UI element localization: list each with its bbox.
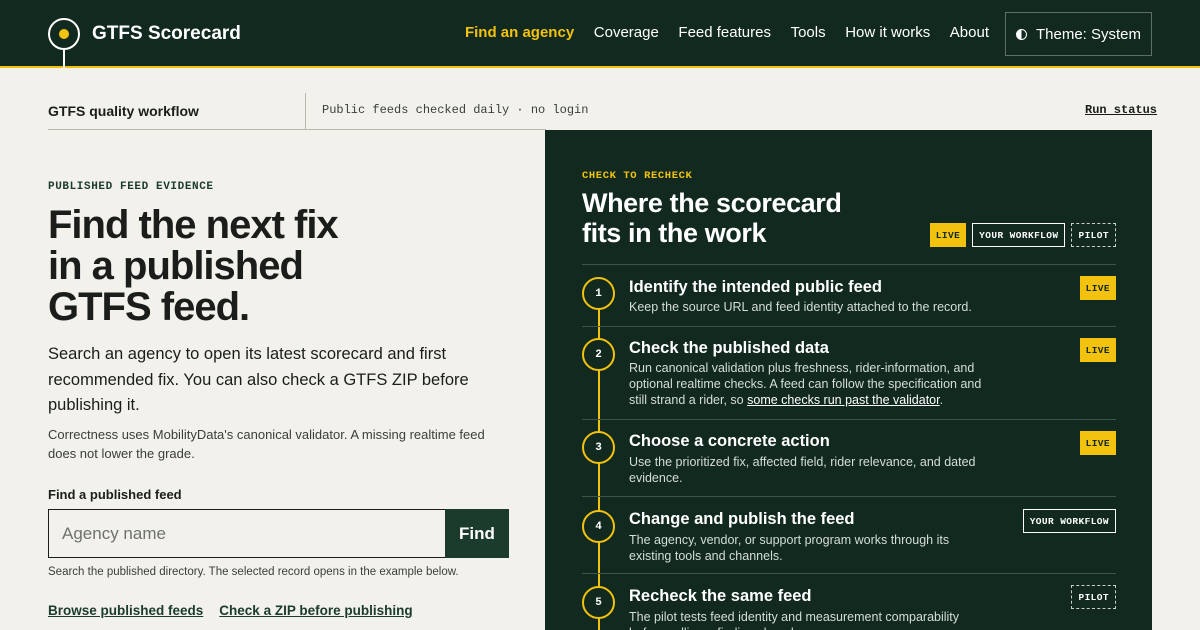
brand-name[interactable]: GTFS Scorecard [92,22,241,46]
step-title: Identify the intended public feed [629,278,883,296]
nav-how-it-works[interactable]: How it works [845,22,930,44]
workflow-step: 2 Check the published data Run canonical… [582,327,1116,420]
hero-heading: Find the next fix in a published GTFS fe… [48,205,508,328]
hero-line: Find the next fix [48,203,339,247]
nav-find-an-agency[interactable]: Find an agency [465,22,574,44]
hero-lede: Search an agency to open its latest scor… [48,345,469,414]
nav-feed-features[interactable]: Feed features [678,22,771,44]
find-button[interactable]: Find [445,509,509,558]
validator-note: Correctness uses MobilityData's canonica… [48,427,485,461]
step-number: 1 [582,277,615,310]
nav-coverage[interactable]: Coverage [594,22,659,44]
logo-dot [59,29,69,39]
workflow-panel: CHECK TO RECHECK Where the scorecard fit… [545,130,1152,630]
hero-line: GTFS feed. [48,285,250,329]
step-description: Use the prioritized fix, affected field,… [629,455,976,485]
step-number: 4 [582,510,615,543]
workflow-strip-note: Public feeds checked daily · no login [322,103,589,117]
step-status-badge: LIVE [1079,276,1116,300]
step-title: Check the published data [629,339,829,357]
panel-title-line: fits in the work [582,218,767,248]
step-status-badge: PILOT [1071,585,1116,609]
step-number: 3 [582,431,615,464]
checks-past-validator-link[interactable]: some checks run past the validator [747,393,939,407]
theme-toggle-button[interactable]: Theme: System [1005,12,1152,56]
hero-line: in a published [48,244,304,288]
legend-workflow-badge: YOUR WORKFLOW [972,223,1066,247]
main-nav: Find an agency Coverage Feed features To… [445,22,989,44]
panel-title-line: Where the scorecard [582,188,842,218]
step-description: The pilot tests feed identity and measur… [629,610,960,630]
run-status-link[interactable]: Run status [1085,103,1157,117]
step-number: 2 [582,338,615,371]
workflow-step: 4 Change and publish the feed The agency… [582,497,1116,574]
step-description: Keep the source URL and feed identity at… [629,300,972,314]
logo-stem [63,50,65,68]
step-status-badge: LIVE [1079,338,1116,362]
search-field-label: Find a published feed [48,487,182,502]
legend-live-badge: LIVE [929,223,967,247]
strip-divider [305,93,306,129]
agency-search-input[interactable] [48,509,446,558]
strip-rule [48,129,546,130]
step-description: Run canonical validation plus freshness,… [629,360,989,408]
step-number: 5 [582,586,615,619]
transit-stop-icon[interactable] [48,18,80,50]
workflow-step: 1 Identify the intended public feed Keep… [582,265,1116,327]
nav-tools[interactable]: Tools [791,22,826,44]
workflow-strip-title: GTFS quality workflow [48,103,199,119]
step-title: Recheck the same feed [629,587,812,605]
step-status-badge: LIVE [1079,431,1116,455]
browse-feeds-link[interactable]: Browse published feeds [48,603,203,618]
theme-toggle-label: Theme: System [1035,25,1142,43]
step-description-end: . [939,393,944,407]
step-status-badge: YOUR WORKFLOW [1022,509,1116,533]
workflow-step: 3 Choose a concrete action Use the prior… [582,420,1116,497]
half-circle-icon [1015,28,1027,40]
nav-about[interactable]: About [950,22,989,44]
step-description: The agency, vendor, or support program w… [629,533,950,563]
check-zip-link[interactable]: Check a ZIP before publishing [219,603,412,618]
workflow-step: 5 Recheck the same feed The pilot tests … [582,574,1116,630]
step-title: Choose a concrete action [629,432,830,450]
status-legend: LIVE YOUR WORKFLOW PILOT [929,223,1116,247]
panel-eyebrow: CHECK TO RECHECK [582,170,693,182]
panel-title: Where the scorecard fits in the work [582,188,902,248]
legend-pilot-badge: PILOT [1071,223,1116,247]
hero-eyebrow: PUBLISHED FEED EVIDENCE [48,181,214,193]
step-title: Change and publish the feed [629,510,855,528]
secondary-links: Browse published feeds Check a ZIP befor… [48,603,413,618]
site-header: GTFS Scorecard Find an agency Coverage F… [0,0,1200,68]
search-help-text: Search the published directory. The sele… [48,566,459,578]
